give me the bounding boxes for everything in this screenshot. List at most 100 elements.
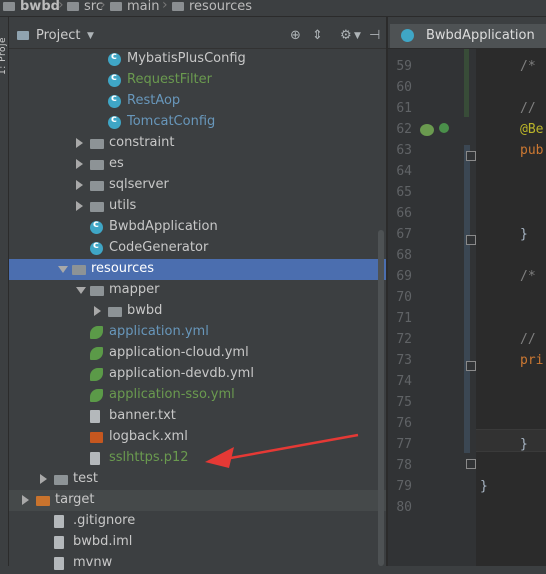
line-number: 68 bbox=[396, 248, 412, 263]
tree-row[interactable]: application-devdb.yml bbox=[9, 364, 386, 385]
fold-marker[interactable] bbox=[466, 459, 476, 469]
chevron-right-icon[interactable] bbox=[76, 138, 83, 148]
project-panel-header: Project ▼ ⊕ ⇕ ⚙ ▼ ⊣ bbox=[9, 24, 386, 49]
gear-icon[interactable]: ⚙ bbox=[340, 28, 352, 43]
tree-row[interactable]: banner.txt bbox=[9, 406, 386, 427]
fold-marker[interactable] bbox=[466, 361, 476, 371]
target-icon[interactable]: ⊕ bbox=[290, 28, 301, 43]
chevron-down-icon[interactable]: ▼ bbox=[87, 31, 94, 41]
tree-row[interactable]: RequestFilter bbox=[9, 70, 386, 91]
breadcrumb-item-resources[interactable]: resources bbox=[172, 0, 252, 15]
tree-item-label: bwbd.iml bbox=[73, 534, 133, 549]
line-number: 70 bbox=[396, 290, 412, 305]
tree-row[interactable]: sslhttps.p12 bbox=[9, 448, 386, 469]
tree-row[interactable]: CodeGenerator bbox=[9, 238, 386, 259]
tree-row[interactable]: application.yml bbox=[9, 322, 386, 343]
fold-marker[interactable] bbox=[466, 151, 476, 161]
tree-item-label: .gitignore bbox=[73, 513, 136, 528]
line-number: 80 bbox=[396, 500, 412, 515]
chevron-right-icon[interactable] bbox=[76, 201, 83, 211]
breadcrumb-item-src[interactable]: src bbox=[67, 0, 103, 15]
tree-row[interactable]: resources bbox=[9, 259, 386, 280]
breadcrumb-item-project[interactable]: bwbd bbox=[3, 0, 60, 15]
tree-item-label: target bbox=[55, 492, 95, 507]
tree-item-label: TomcatConfig bbox=[127, 114, 216, 129]
class-icon bbox=[108, 51, 121, 66]
chevron-right-icon[interactable] bbox=[76, 159, 83, 169]
tree-row[interactable]: sqlserver bbox=[9, 175, 386, 196]
tree-row[interactable]: BwbdApplication bbox=[9, 217, 386, 238]
tool-window-strip: 1: Proje bbox=[0, 17, 9, 566]
tree-scrollbar[interactable] bbox=[378, 230, 384, 566]
tree-row[interactable]: TomcatConfig bbox=[9, 112, 386, 133]
tree-row[interactable]: utils bbox=[9, 196, 386, 217]
class-icon bbox=[108, 72, 121, 87]
tree-row[interactable]: .gitignore bbox=[9, 511, 386, 532]
line-number: 75 bbox=[396, 395, 412, 410]
chevron-down-icon[interactable] bbox=[58, 266, 68, 273]
tree-row[interactable]: logback.xml bbox=[9, 427, 386, 448]
folder-icon bbox=[36, 496, 50, 506]
line-number: 78 bbox=[396, 458, 412, 473]
chevron-down-icon[interactable]: ▼ bbox=[354, 31, 361, 41]
tree-item-label: sslhttps.p12 bbox=[109, 450, 189, 465]
tab-bwbd-application[interactable]: BwbdApplication bbox=[390, 24, 546, 48]
folder-icon bbox=[3, 1, 15, 11]
tree-row[interactable]: mvnw bbox=[9, 553, 386, 574]
code-line: // bbox=[520, 101, 536, 116]
tree-item-label: utils bbox=[109, 198, 137, 213]
line-number: 63 bbox=[396, 143, 412, 158]
scope-indicator bbox=[464, 145, 470, 453]
chevron-down-icon[interactable] bbox=[76, 287, 86, 294]
tree-item-label: banner.txt bbox=[109, 408, 176, 423]
split-icon[interactable]: ⇕ bbox=[312, 28, 323, 43]
tree-item-label: es bbox=[109, 156, 124, 171]
folder-icon bbox=[90, 202, 104, 212]
xml-file-icon bbox=[90, 432, 103, 443]
tree-item-label: logback.xml bbox=[109, 429, 188, 444]
chevron-right-icon[interactable] bbox=[76, 180, 83, 190]
code-line: /* bbox=[520, 269, 536, 284]
tree-row[interactable]: bwbd bbox=[9, 301, 386, 322]
folder-icon bbox=[108, 307, 122, 317]
chevron-right-icon[interactable] bbox=[94, 306, 101, 316]
tree-row[interactable]: target bbox=[9, 490, 386, 511]
spring-config-icon bbox=[90, 347, 103, 360]
chevron-right-icon: › bbox=[100, 0, 106, 13]
file-icon bbox=[54, 515, 64, 528]
tree-row[interactable]: application-cloud.yml bbox=[9, 343, 386, 364]
line-number: 72 bbox=[396, 332, 412, 347]
vcs-change-marker bbox=[464, 49, 469, 117]
tree-row[interactable]: es bbox=[9, 154, 386, 175]
tree-row[interactable]: mapper bbox=[9, 280, 386, 301]
tree-item-label: MybatisPlusConfig bbox=[127, 51, 246, 66]
fold-marker[interactable] bbox=[466, 235, 476, 245]
code-line: } bbox=[520, 227, 528, 242]
tree-row[interactable]: constraint bbox=[9, 133, 386, 154]
breadcrumb-item-main[interactable]: main bbox=[110, 0, 159, 15]
line-number: 65 bbox=[396, 185, 412, 200]
tree-item-label: bwbd bbox=[127, 303, 163, 318]
code-line: } bbox=[520, 437, 528, 452]
file-icon bbox=[54, 536, 64, 549]
hide-icon[interactable]: ⊣ bbox=[369, 28, 380, 43]
tree-row[interactable]: bwbd.iml bbox=[9, 532, 386, 553]
tree-row[interactable]: MybatisPlusConfig bbox=[9, 49, 386, 70]
file-icon bbox=[54, 557, 64, 570]
bean-gutter-icon[interactable] bbox=[439, 123, 449, 133]
tree-item-label: application-devdb.yml bbox=[109, 366, 254, 381]
tree-row[interactable]: RestAop bbox=[9, 91, 386, 112]
bean-gutter-icon[interactable] bbox=[420, 124, 434, 136]
tree-item-label: sqlserver bbox=[109, 177, 169, 192]
chevron-right-icon[interactable] bbox=[22, 495, 29, 505]
class-icon bbox=[90, 219, 103, 234]
tree-row[interactable]: application-sso.yml bbox=[9, 385, 386, 406]
folder-icon bbox=[90, 139, 104, 149]
tree-item-label: RequestFilter bbox=[127, 72, 213, 87]
spring-config-icon bbox=[90, 326, 103, 339]
tree-item-label: constraint bbox=[109, 135, 175, 150]
tree-row[interactable]: test bbox=[9, 469, 386, 490]
project-view-selector[interactable]: Project bbox=[36, 28, 80, 43]
chevron-right-icon[interactable] bbox=[40, 474, 47, 484]
project-tool-window-button[interactable]: 1: Proje bbox=[0, 37, 8, 75]
